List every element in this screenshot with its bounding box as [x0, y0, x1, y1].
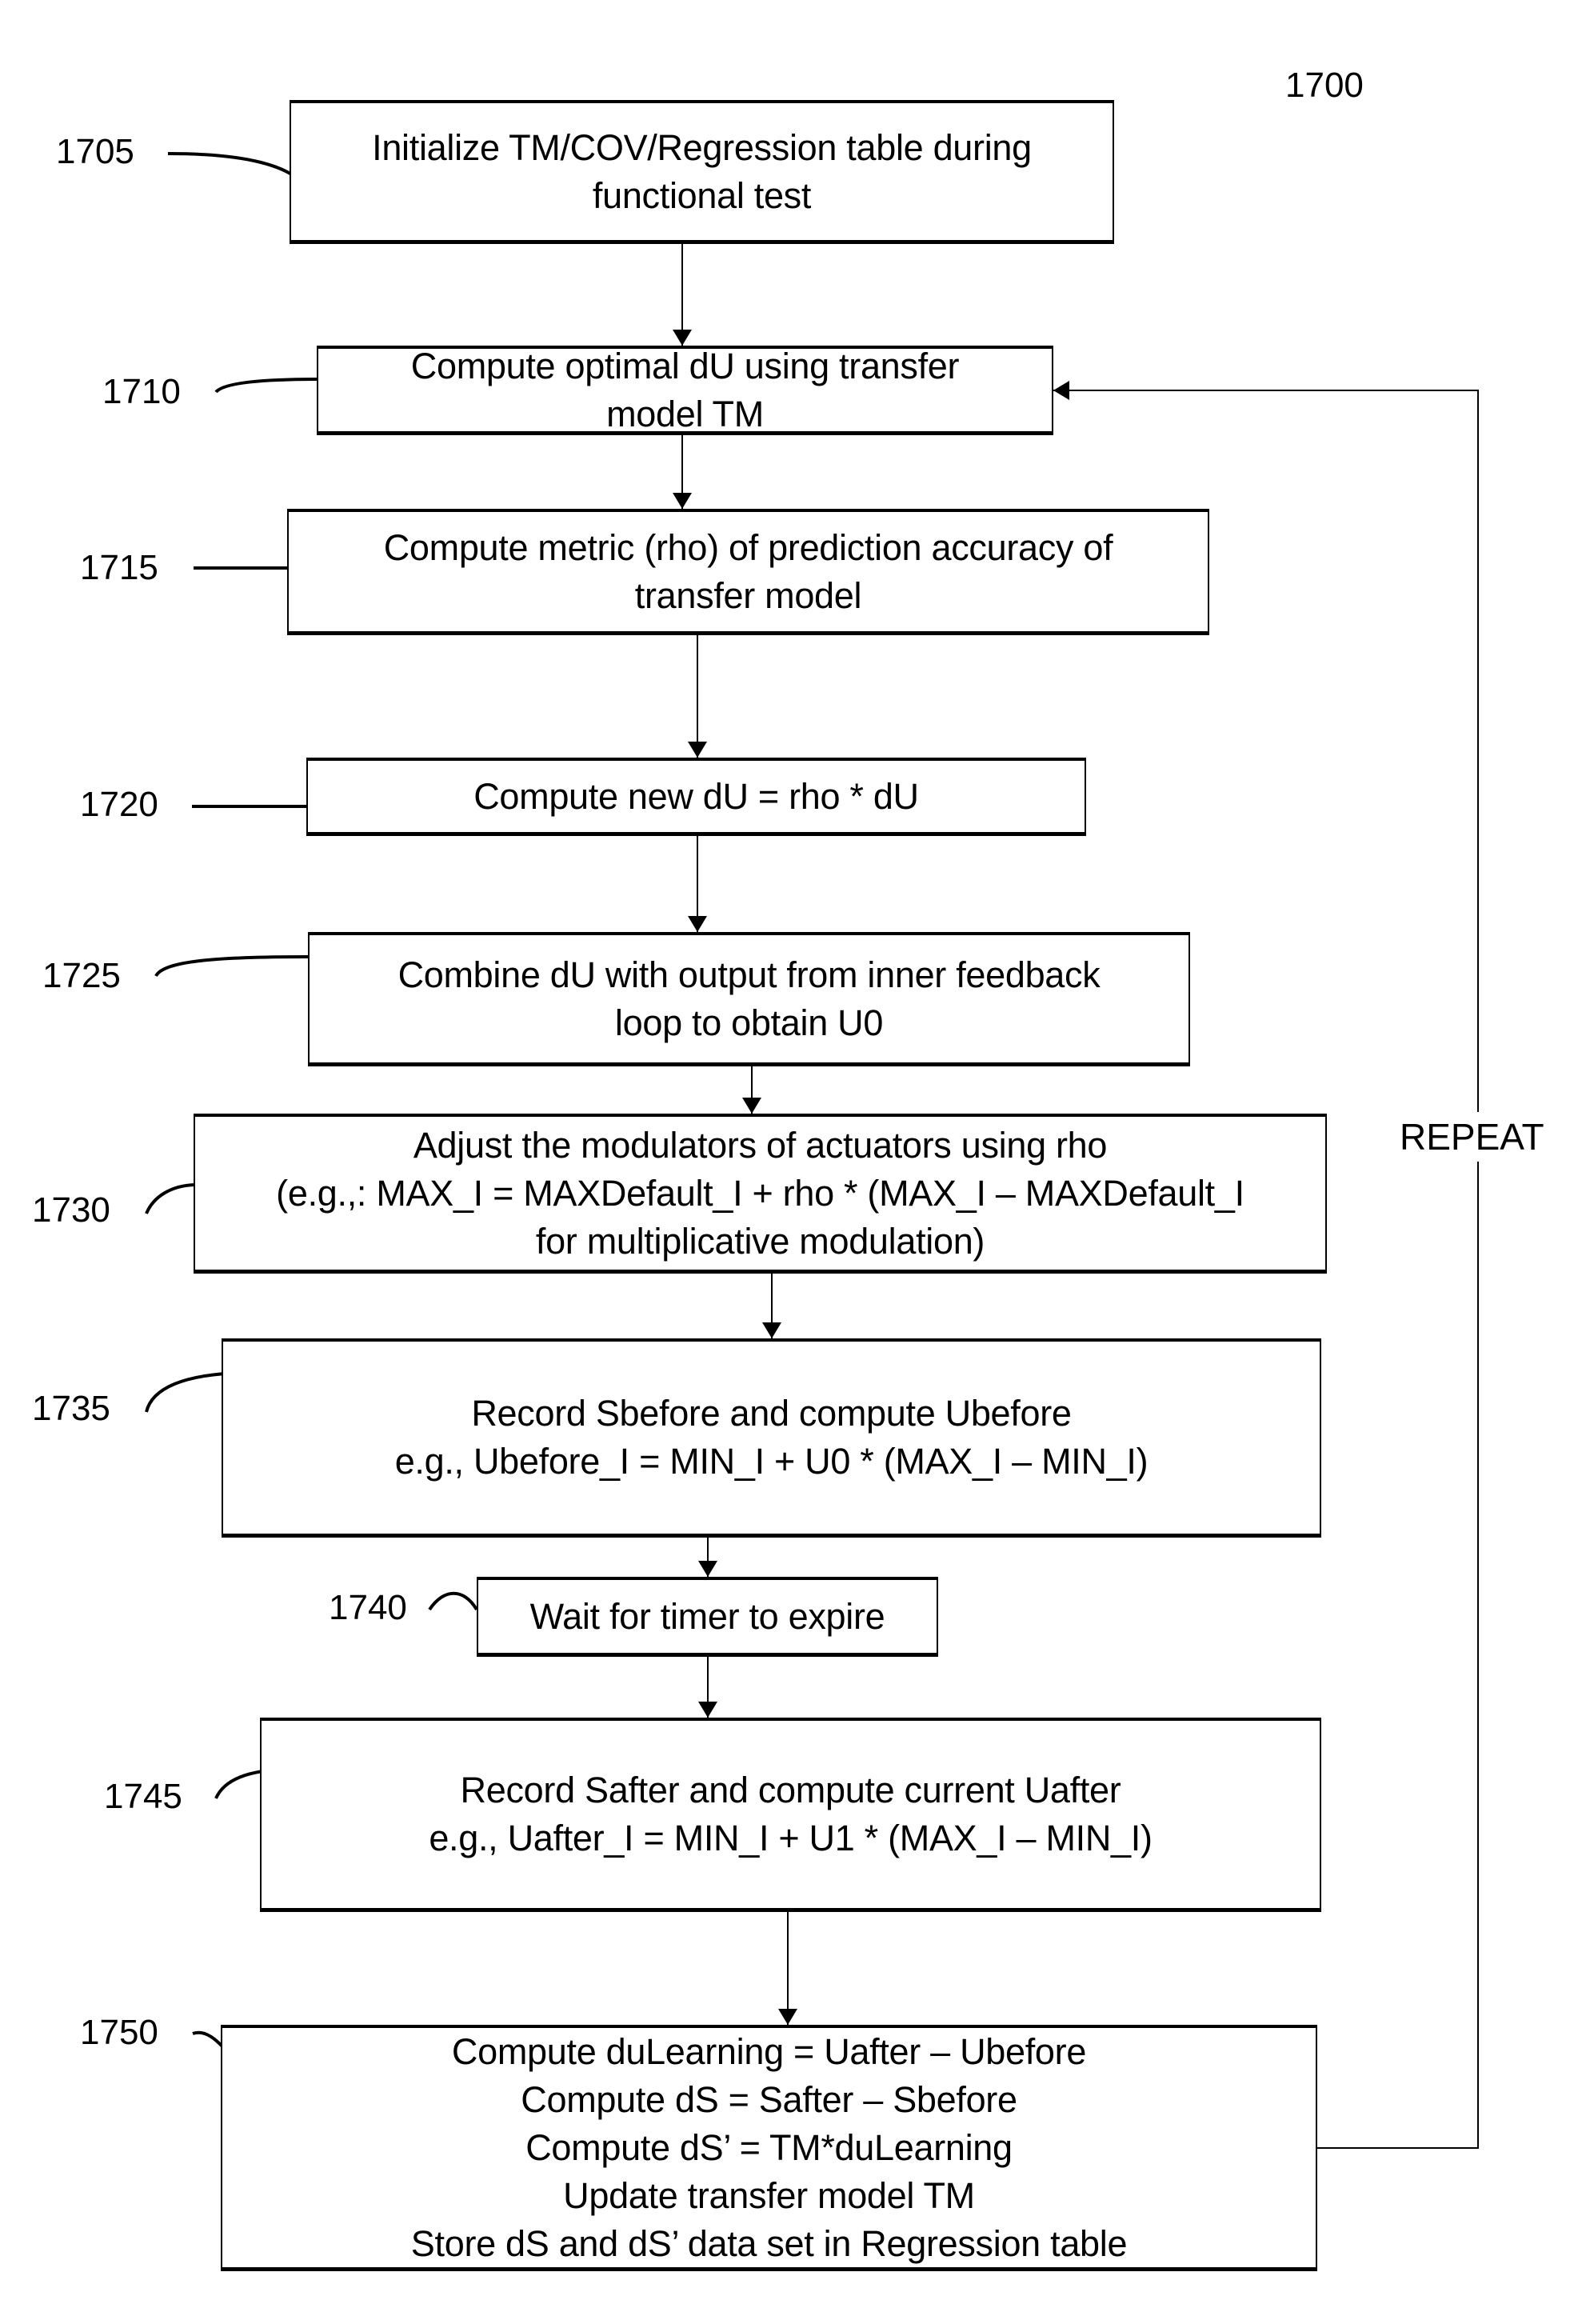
step-text: transfer model — [634, 574, 862, 616]
step-text: Adjust the modulators of actuators using… — [413, 1124, 1108, 1166]
ref-label-1735: 1735 — [32, 1389, 110, 1428]
step-text: Compute metric (rho) of prediction accur… — [383, 526, 1113, 568]
step-box-1750: Compute duLearning = Uafter – Ubefore Co… — [221, 2025, 1317, 2271]
ref-label-1750: 1750 — [80, 2013, 158, 2052]
ref-label-1710: 1710 — [102, 372, 181, 411]
step-text: Compute duLearning = Uafter – Ubefore — [451, 2030, 1087, 2072]
step-text: e.g., Ubefore_I = MIN_I + U0 * (MAX_I – … — [394, 1441, 1149, 1482]
ref-label-1730: 1730 — [32, 1190, 110, 1230]
step-text: Update transfer model TM — [563, 2174, 975, 2216]
leader-1710 — [214, 378, 318, 394]
leader-1725 — [154, 955, 309, 978]
ref-label-1725: 1725 — [42, 956, 121, 995]
step-text: Combine dU with output from inner feedba… — [398, 954, 1101, 995]
step-text: e.g., Uafter_I = MIN_I + U1 * (MAX_I – M… — [429, 1818, 1153, 1858]
step-box-1735: Record Sbefore and compute Ubefore e.g.,… — [222, 1338, 1321, 1538]
step-text: Record Safter and compute current Uafter — [460, 1770, 1121, 1810]
ref-label-1720: 1720 — [80, 785, 158, 824]
ref-label-1705: 1705 — [56, 132, 134, 171]
step-box-1725: Combine dU with output from inner feedba… — [308, 932, 1190, 1066]
step-text: Wait for timer to expire — [529, 1595, 885, 1637]
ref-label-1745: 1745 — [104, 1777, 182, 1816]
step-text: Compute optimal dU using transfer — [410, 345, 960, 386]
figure-number: 1700 — [1285, 66, 1364, 105]
step-box-1745: Record Safter and compute current Uafter… — [260, 1718, 1321, 1912]
step-box-1740: Wait for timer to expire — [477, 1577, 938, 1657]
step-text: Compute dS’ = TM*duLearning — [525, 2126, 1013, 2168]
leader-1705 — [167, 152, 310, 193]
step-box-1710: Compute optimal dU using transfer model … — [317, 346, 1053, 435]
flowchart-canvas: 1700 Initialize TM/COV/Regression table … — [0, 0, 1594, 2324]
leader-1730 — [145, 1183, 195, 1214]
step-text: Initialize TM/COV/Regression table durin… — [372, 126, 1032, 168]
step-box-1720: Compute new dU = rho * dU — [306, 758, 1086, 836]
step-box-1715: Compute metric (rho) of prediction accur… — [287, 509, 1209, 635]
step-box-1705: Initialize TM/COV/Regression table durin… — [290, 100, 1114, 244]
step-text: Compute dS = Safter – Sbefore — [521, 2078, 1017, 2120]
step-text: Store dS and dS’ data set in Regression … — [410, 2222, 1128, 2264]
step-text: Record Sbefore and compute Ubefore — [471, 1393, 1072, 1434]
step-box-1730: Adjust the modulators of actuators using… — [194, 1114, 1327, 1274]
step-text: (e.g.,: MAX_I = MAXDefault_I + rho * (MA… — [276, 1172, 1244, 1214]
step-text: loop to obtain U0 — [614, 1002, 884, 1043]
step-text: functional test — [592, 174, 812, 216]
leader-1740 — [428, 1591, 478, 1611]
repeat-loop-label: REPEAT — [1400, 1112, 1544, 1162]
step-text: Compute new dU = rho * dU — [473, 775, 919, 817]
step-text: model TM — [606, 393, 764, 434]
step-text: for multiplicative modulation) — [535, 1220, 985, 1262]
ref-label-1715: 1715 — [80, 548, 158, 587]
ref-label-1740: 1740 — [329, 1588, 407, 1627]
